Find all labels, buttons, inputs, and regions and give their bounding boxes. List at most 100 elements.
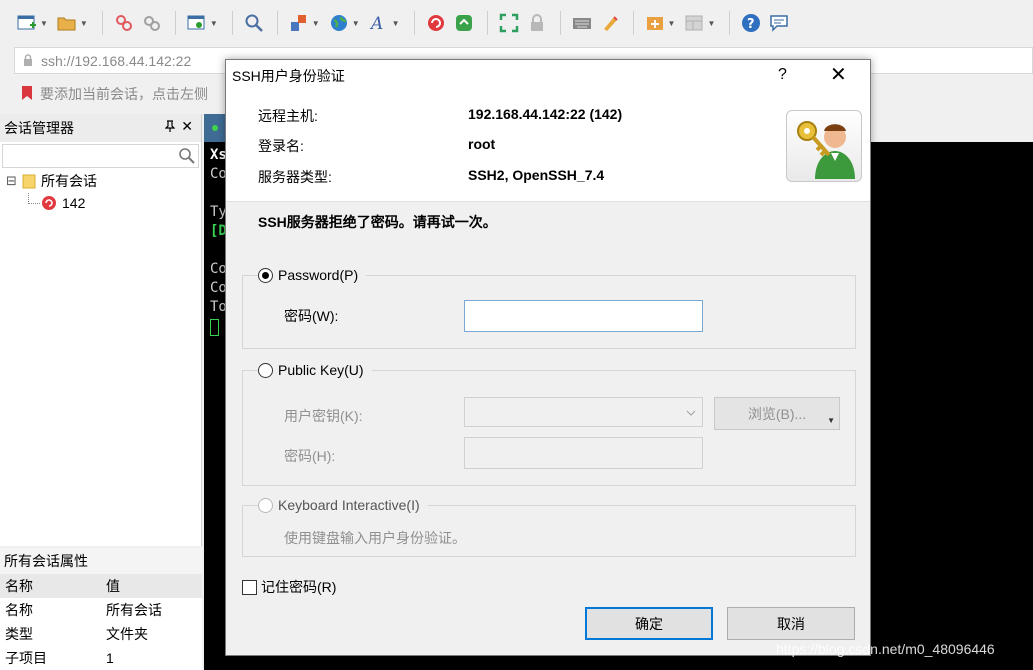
main-toolbar: ▼ ▼ ▼ ▼ ▼ A ▼ ▼ ▼ ?	[0, 0, 1033, 46]
globe-icon[interactable]	[326, 10, 352, 36]
fullscreen-icon[interactable]	[496, 10, 522, 36]
font-dropdown-icon[interactable]: ▼	[392, 19, 400, 28]
find-icon[interactable]	[241, 10, 267, 36]
session-icon	[41, 195, 57, 211]
user-key-icon	[786, 110, 862, 182]
new-window-icon[interactable]	[184, 10, 210, 36]
help-button[interactable]: ?	[778, 66, 787, 84]
open-folder-icon[interactable]	[54, 10, 80, 36]
layout-icon[interactable]	[681, 10, 707, 36]
address-value[interactable]: ssh://192.168.44.142:22	[41, 53, 191, 69]
password-radio[interactable]: Password(P)	[258, 267, 367, 283]
radio-selected-icon[interactable]	[258, 267, 273, 283]
svg-text:?: ?	[747, 17, 755, 32]
collapse-toggle-icon[interactable]: ⊟	[6, 173, 22, 189]
xshell-icon[interactable]	[423, 10, 449, 36]
table-row[interactable]: 名称 所有会话	[0, 598, 202, 622]
tree-connector	[28, 192, 40, 204]
session-manager-panel: 会话管理器 ✕ ⊟ 所有会话 142	[0, 114, 202, 546]
session-search-input[interactable]	[2, 144, 199, 168]
add-dropdown-icon[interactable]: ▼	[668, 19, 676, 28]
checkbox-icon[interactable]	[242, 579, 257, 595]
search-icon[interactable]	[178, 147, 196, 168]
public-key-radio[interactable]: Public Key(U)	[258, 362, 372, 378]
transfer-dropdown-icon[interactable]: ▼	[312, 19, 320, 28]
layout-dropdown-icon[interactable]: ▼	[707, 19, 715, 28]
hint-text: 要添加当前会话，点击左侧	[40, 86, 208, 102]
tree-item-label[interactable]: 142	[62, 195, 85, 211]
toolbar-separator	[101, 11, 103, 35]
password-input[interactable]	[464, 300, 703, 332]
radio-unselected-icon[interactable]	[258, 497, 273, 513]
open-dropdown-icon[interactable]: ▼	[80, 19, 88, 28]
browse-button[interactable]: 浏览(B)... ▼	[714, 397, 840, 430]
new-session-dropdown-icon[interactable]: ▼	[40, 19, 48, 28]
remember-password-label[interactable]: 记住密码(R)	[261, 577, 336, 597]
passphrase-input[interactable]	[464, 437, 703, 469]
cancel-button-label[interactable]: 取消	[777, 614, 805, 634]
properties-title: 所有会话属性	[0, 548, 202, 574]
table-row[interactable]: 子项目 1	[0, 646, 202, 670]
login-label: 登录名:	[258, 138, 304, 154]
new-session-icon[interactable]	[14, 10, 40, 36]
dropdown-arrow-icon: ▼	[827, 416, 835, 425]
session-properties-panel: 所有会话属性 名称 值 名称 所有会话 类型 文件夹 子项目 1	[0, 548, 202, 670]
globe-dropdown-icon[interactable]: ▼	[352, 19, 360, 28]
ok-button-label[interactable]: 确定	[635, 614, 663, 634]
highlight-icon[interactable]	[597, 10, 623, 36]
ok-button[interactable]: 确定	[585, 607, 713, 640]
toolbar-separator	[559, 11, 561, 35]
tree-item-session-142[interactable]: 142	[0, 192, 201, 214]
keyboard-interactive-label[interactable]: Keyboard Interactive(I)	[278, 497, 420, 513]
close-panel-icon[interactable]: ✕	[181, 118, 193, 135]
lock-icon	[23, 53, 33, 69]
password-field-label: 密码(W):	[284, 308, 339, 324]
chat-icon[interactable]	[766, 10, 792, 36]
keyboard-interactive-radio[interactable]: Keyboard Interactive(I)	[258, 497, 428, 513]
server-type-label: 服务器类型:	[258, 169, 332, 185]
user-key-select[interactable]	[464, 397, 703, 427]
property-name: 名称	[5, 602, 33, 618]
dialog-title: SSH用户身份验证	[232, 68, 345, 84]
remember-password-checkbox[interactable]: 记住密码(R)	[242, 577, 336, 597]
help-icon[interactable]: ?	[738, 10, 764, 36]
reconnect-icon[interactable]	[139, 10, 165, 36]
terminal-tab[interactable]	[204, 114, 226, 142]
keyboard-icon[interactable]	[569, 10, 595, 36]
property-name: 子项目	[5, 650, 47, 666]
terminal-cursor	[210, 319, 219, 336]
disconnect-icon[interactable]	[111, 10, 137, 36]
password-radio-label[interactable]: Password(P)	[278, 267, 358, 283]
cancel-button[interactable]: 取消	[727, 607, 855, 640]
column-header-name[interactable]: 名称	[0, 576, 100, 596]
add-icon[interactable]	[642, 10, 668, 36]
browse-button-label[interactable]: 浏览(B)...	[748, 404, 806, 424]
column-header-value[interactable]: 值	[100, 576, 202, 596]
close-button[interactable]: ✕	[830, 65, 847, 85]
toolbar-separator	[174, 11, 176, 35]
session-manager-title: 会话管理器	[4, 120, 74, 136]
connection-status-icon	[212, 125, 218, 131]
window-dropdown-icon[interactable]: ▼	[210, 19, 218, 28]
pin-icon[interactable]	[164, 120, 176, 135]
table-row[interactable]: 类型 文件夹	[0, 622, 202, 646]
property-value: 所有会话	[106, 602, 162, 618]
property-value: 1	[106, 650, 114, 666]
xshell-window: ▼ ▼ ▼ ▼ ▼ A ▼ ▼ ▼ ? ssh://192.168.44.142…	[0, 0, 1033, 670]
tree-item-all-sessions[interactable]: ⊟ 所有会话	[0, 170, 201, 192]
host-value: 192.168.44.142:22 (142)	[468, 106, 623, 122]
xftp-icon[interactable]	[451, 10, 477, 36]
passphrase-label: 密码(H):	[284, 448, 336, 464]
svg-text:A: A	[369, 14, 383, 33]
font-icon[interactable]: A	[366, 10, 392, 36]
lock-icon[interactable]	[524, 10, 550, 36]
user-key-label: 用户密钥(K):	[284, 408, 363, 424]
server-type-value: SSH2, OpenSSH_7.4	[468, 167, 605, 183]
session-manager-header: 会话管理器 ✕	[0, 114, 201, 142]
transfer-icon[interactable]	[286, 10, 312, 36]
public-key-radio-label[interactable]: Public Key(U)	[278, 362, 364, 378]
toolbar-separator	[231, 11, 233, 35]
radio-unselected-icon[interactable]	[258, 362, 273, 378]
toolbar-separator	[729, 11, 731, 35]
tree-item-label[interactable]: 所有会话	[41, 171, 97, 191]
